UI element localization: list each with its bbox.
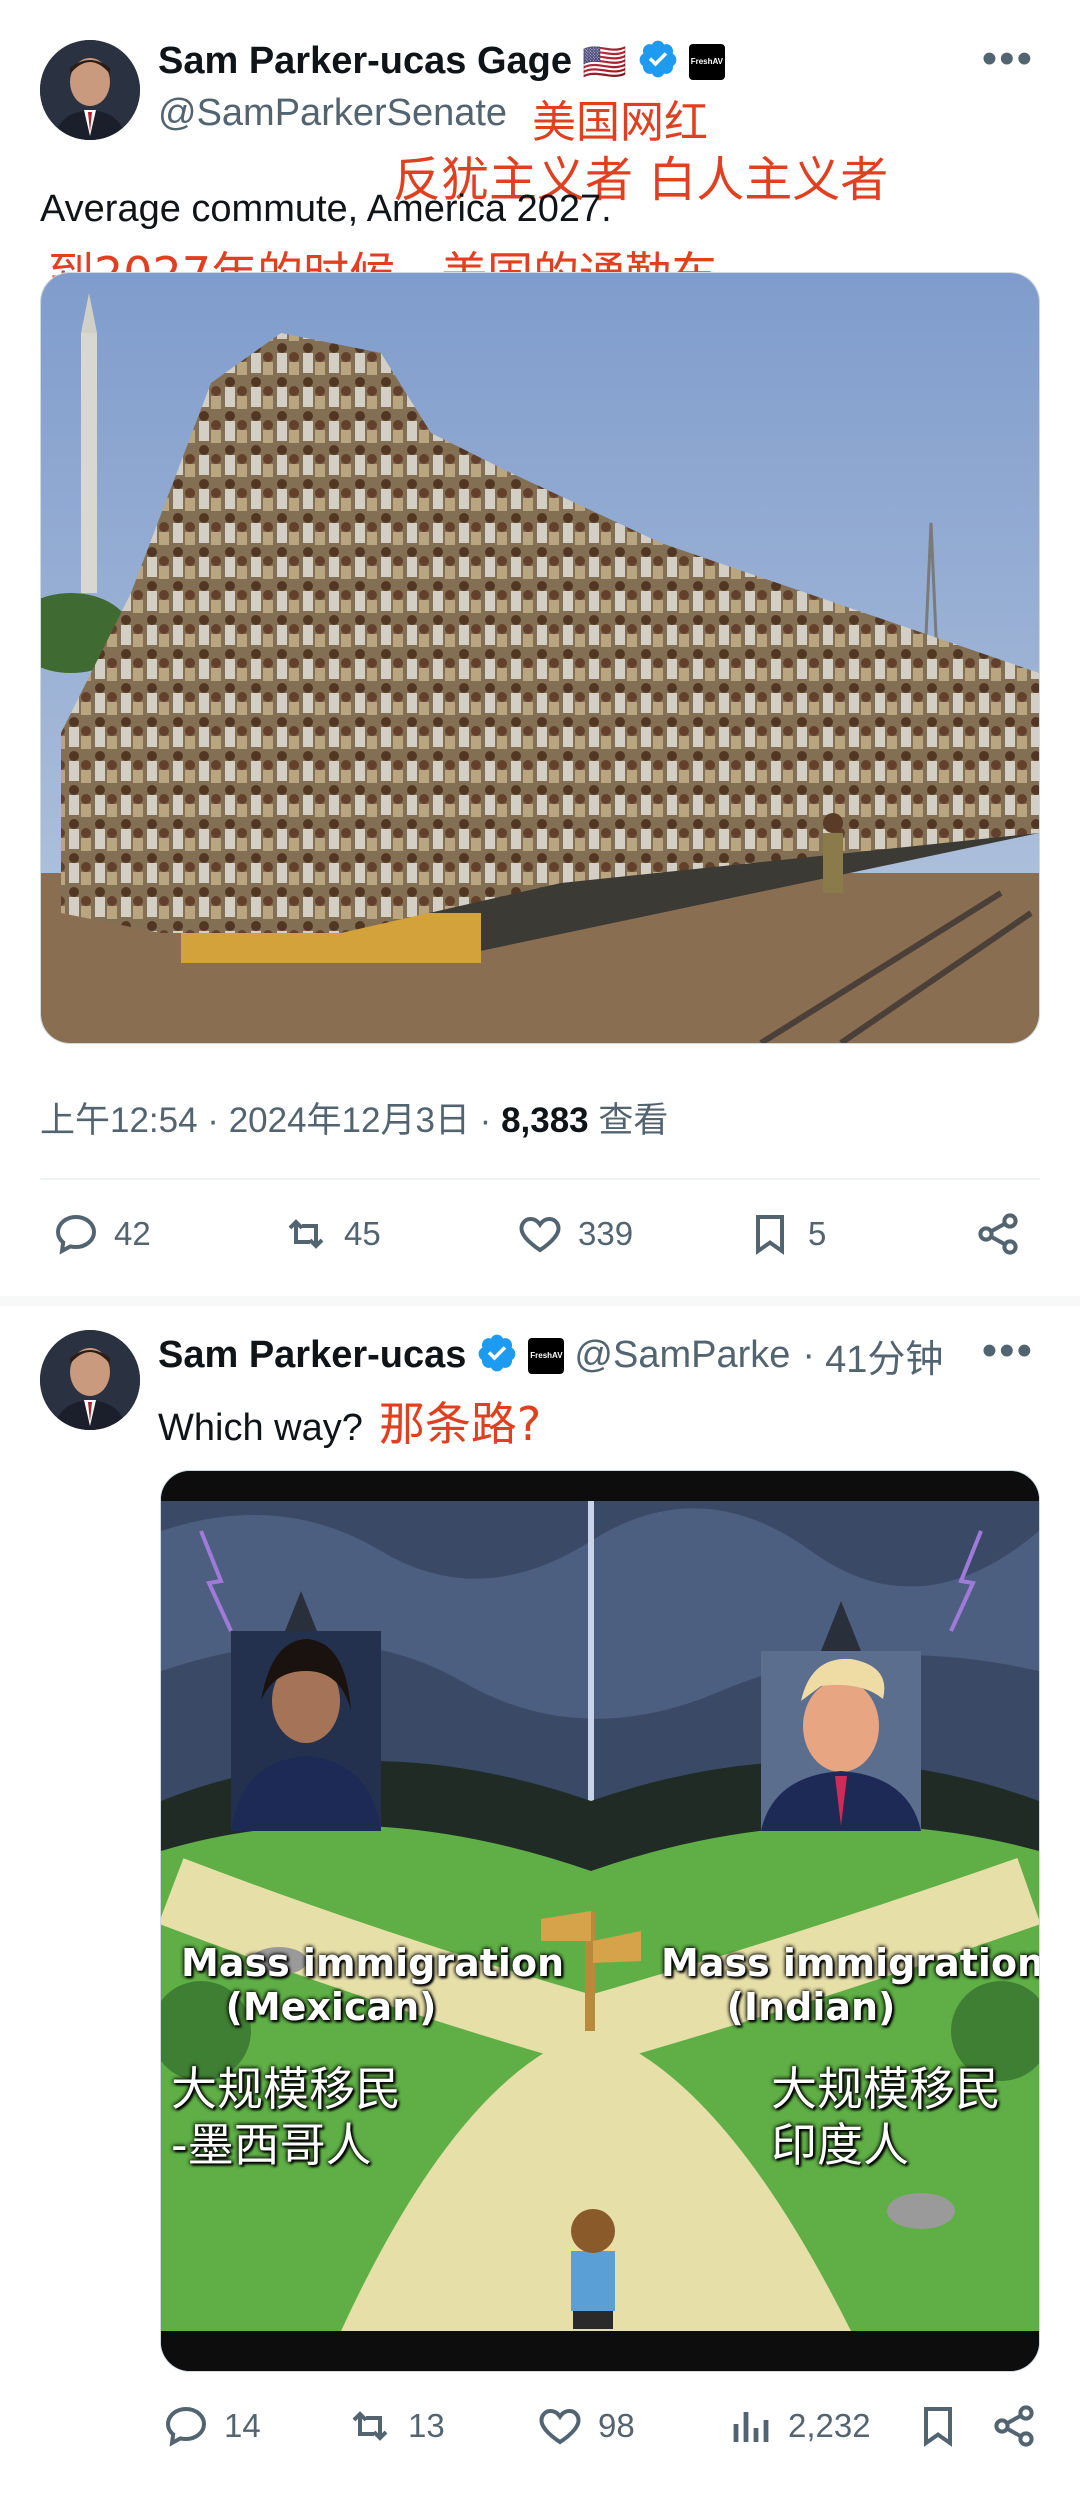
meme-left-annotation: 大规模移民 -墨西哥人 [171, 2061, 401, 2173]
bookmark-button[interactable]: 5 [746, 1210, 826, 1258]
crowded-train-image [41, 273, 1039, 1043]
analytics-icon [733, 2412, 769, 2442]
more-options-icon[interactable]: ••• [982, 34, 1034, 84]
repost-count: 13 [408, 2407, 445, 2444]
meme-left-annotation-line2: -墨西哥人 [171, 2118, 372, 2172]
tweet-text: Average commute, America 2027. [40, 188, 612, 230]
author-name[interactable]: Sam Parker-ucas [158, 1334, 466, 1377]
repost-button[interactable]: 13 [346, 2402, 445, 2450]
author-handle[interactable]: @SamParkerSenate [158, 92, 507, 135]
share-icon [994, 2405, 1034, 2447]
repost-icon [288, 1219, 324, 1249]
author-row: Sam Parker-ucas FreshAV @SamParker · 41分… [158, 1328, 943, 1383]
share-button[interactable] [974, 1210, 1022, 1258]
like-button[interactable]: 98 [536, 2402, 635, 2450]
views-button[interactable]: 2,232 [726, 2402, 871, 2450]
tweet-separator [0, 1296, 1080, 1306]
more-options-icon[interactable]: ••• [982, 1326, 1034, 1376]
dot-separator: · [802, 1334, 816, 1376]
repost-icon [352, 2411, 388, 2441]
author-handle[interactable]: @SamParker [574, 1334, 792, 1377]
views-count: 2,232 [788, 2407, 871, 2444]
meme-right-label-line2: (Indian) [726, 1985, 896, 2029]
meme-image[interactable]: Mass immigration (Mexican) Mass immigrat… [160, 1470, 1040, 2372]
meme-left-label: Mass immigration (Mexican) [181, 1941, 565, 2029]
author-name[interactable]: Sam Parker-ucas Gage [158, 40, 572, 83]
meme-left-label-line2: (Mexican) [225, 1985, 437, 2029]
reply-count: 42 [114, 1215, 151, 1252]
meme-right-label-line1: Mass immigration [661, 1941, 1040, 1985]
heart-icon [539, 2408, 581, 2445]
verified-badge-icon [476, 1332, 518, 1379]
like-count: 98 [598, 2407, 635, 2444]
bookmark-icon [924, 2407, 952, 2447]
repost-button[interactable]: 45 [282, 1210, 381, 1258]
heart-icon [519, 1216, 561, 1253]
annotation-translation: 那条路? [378, 1397, 542, 1451]
timestamp[interactable]: 上午12:54 · 2024年12月3日 · [40, 1101, 501, 1140]
avatar-portrait-icon [40, 1330, 140, 1430]
divider [40, 1178, 1040, 1180]
share-button[interactable] [990, 2402, 1038, 2450]
tweet-text: Which way? [158, 1407, 363, 1449]
bookmark-icon [756, 1215, 784, 1255]
verified-badge-icon [637, 38, 679, 85]
meme-left-label-line1: Mass immigration [181, 1941, 565, 1985]
views-count: 8,383 [501, 1101, 589, 1140]
meme-right-annotation-line1: 大规模移民 [771, 2062, 1001, 2116]
which-way-meme-image [161, 1471, 1039, 2371]
meme-right-label: Mass immigration (Indian) [661, 1941, 1040, 2029]
repost-count: 45 [344, 1215, 381, 1252]
like-count: 339 [578, 1215, 634, 1252]
share-icon [978, 1213, 1018, 1255]
brand-badge: FreshAV [688, 43, 725, 80]
timestamp-row: 上午12:54 · 2024年12月3日 · 8,383 查看 [40, 1092, 668, 1143]
reply-button[interactable]: 42 [52, 1210, 151, 1258]
avatar-portrait-icon [40, 40, 140, 140]
like-button[interactable]: 339 [516, 1210, 633, 1258]
meme-right-annotation-line2: 印度人 [771, 2118, 909, 2172]
bookmark-count: 5 [808, 1215, 827, 1252]
brand-badge: FreshAV [528, 1337, 565, 1374]
bookmark-button[interactable] [914, 2402, 962, 2450]
reply-count: 14 [224, 2407, 261, 2444]
post-time[interactable]: 41分钟 [825, 1328, 943, 1383]
reply-button[interactable]: 14 [162, 2402, 261, 2450]
reply-icon [165, 2406, 207, 2447]
avatar[interactable] [40, 40, 140, 140]
author-row: Sam Parker-ucas Gage 🇺🇸 FreshAV [158, 38, 725, 85]
avatar[interactable] [40, 1330, 140, 1430]
meme-right-annotation: 大规模移民 印度人 [771, 2061, 1001, 2173]
train-photo[interactable] [40, 272, 1040, 1044]
tweet-text-row: Which way? 那条路? [158, 1388, 541, 1454]
views-label: 查看 [588, 1101, 669, 1140]
reply-icon [55, 1214, 97, 1255]
meme-left-annotation-line1: 大规模移民 [171, 2062, 401, 2116]
us-flag-icon: 🇺🇸 [582, 40, 627, 82]
